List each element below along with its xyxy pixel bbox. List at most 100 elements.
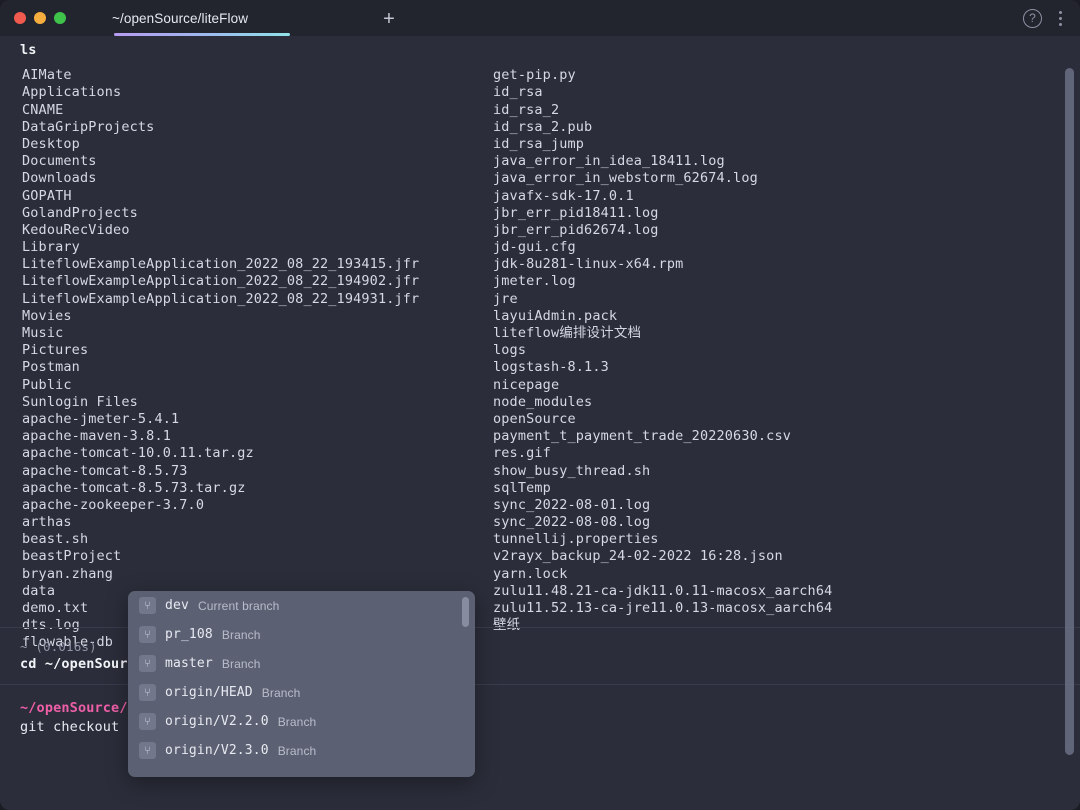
kebab-dot [1059, 11, 1062, 14]
help-icon[interactable]: ? [1023, 9, 1042, 28]
ls-entry: LiteflowExampleApplication_2022_08_22_19… [22, 273, 419, 290]
ls-entry: yarn.lock [493, 566, 832, 583]
ls-entry: nicepage [493, 377, 832, 394]
branch-list-item[interactable]: ⑂pr_108Branch [128, 620, 475, 649]
git-branch-icon: ⑂ [139, 742, 156, 759]
branch-name: origin/HEAD [165, 685, 253, 700]
branch-list-item[interactable]: ⑂ origin/V2.3.0 Branch [128, 736, 475, 765]
ls-entry: Sunlogin Files [22, 394, 419, 411]
ls-entry: apache-tomcat-8.5.73.tar.gz [22, 480, 419, 497]
ls-entry: openSource [493, 411, 832, 428]
ls-entry: jbr_err_pid62674.log [493, 222, 832, 239]
branch-name: master [165, 656, 213, 671]
git-branch-icon: ⑂ [139, 597, 156, 614]
ls-entry: jmeter.log [493, 273, 832, 290]
ls-entry: Music [22, 325, 419, 342]
ls-entry: jd-gui.cfg [493, 239, 832, 256]
popup-scrollbar[interactable] [462, 597, 469, 627]
branch-autocomplete-popup[interactable]: ⑂devCurrent branch⑂pr_108Branch⑂masterBr… [128, 591, 475, 777]
ls-entry: sqlTemp [493, 480, 832, 497]
ls-entry: CNAME [22, 102, 419, 119]
terminal-window: ~/openSource/liteFlow + ? ls AIMateAppli… [0, 0, 1080, 810]
ls-entry: beast.sh [22, 531, 419, 548]
ls-entry: apache-tomcat-10.0.11.tar.gz [22, 445, 419, 462]
kebab-dot [1059, 23, 1062, 26]
ls-entry: id_rsa_2 [493, 102, 832, 119]
tab-label: ~/openSource/liteFlow [112, 11, 248, 26]
ls-entry: javafx-sdk-17.0.1 [493, 188, 832, 205]
titlebar-actions: ? [1023, 0, 1068, 36]
branch-kind: Branch [262, 686, 301, 700]
ls-entry: jre [493, 291, 832, 308]
typed-command: git checkout [20, 718, 128, 737]
git-branch-icon: ⑂ [139, 684, 156, 701]
ls-entry: zulu11.48.21-ca-jdk11.0.11-macosx_aarch6… [493, 583, 832, 600]
git-branch-icon: ⑂ [139, 626, 156, 643]
branch-kind: Branch [222, 628, 261, 642]
branch-kind: Branch [278, 744, 317, 758]
ls-entry: jbr_err_pid18411.log [493, 205, 832, 222]
ls-entry: java_error_in_webstorm_62674.log [493, 170, 832, 187]
ls-entry: node_modules [493, 394, 832, 411]
ls-entry: arthas [22, 514, 419, 531]
ls-entry: bryan.zhang [22, 566, 419, 583]
ls-entry: AIMate [22, 67, 419, 84]
terminal-scrollbar[interactable] [1065, 68, 1074, 755]
ls-entry: logstash-8.1.3 [493, 359, 832, 376]
branch-name: origin/V2.2.0 [165, 714, 269, 729]
ls-column-right: get-pip.pyid_rsaid_rsa_2id_rsa_2.pubid_r… [493, 67, 832, 634]
new-tab-button[interactable]: + [378, 8, 400, 30]
ls-entry: id_rsa_2.pub [493, 119, 832, 136]
ls-entry: Pictures [22, 342, 419, 359]
traffic-light-buttons [0, 12, 66, 24]
branch-list: ⑂devCurrent branch⑂pr_108Branch⑂masterBr… [128, 591, 475, 765]
ls-entry: apache-jmeter-5.4.1 [22, 411, 419, 428]
ls-entry: LiteflowExampleApplication_2022_08_22_19… [22, 256, 419, 273]
ls-entry: Applications [22, 84, 419, 101]
branch-name: origin/V2.3.0 [165, 743, 269, 758]
ls-entry: Desktop [22, 136, 419, 153]
ls-entry: res.gif [493, 445, 832, 462]
ls-entry: v2rayx_backup_24-02-2022 16:28.json [493, 548, 832, 565]
branch-list-item[interactable]: ⑂devCurrent branch [128, 591, 475, 620]
ls-entry: sync_2022-08-01.log [493, 497, 832, 514]
ls-entry: zulu11.52.13-ca-jre11.0.13-macosx_aarch6… [493, 600, 832, 617]
branch-kind: Branch [222, 657, 261, 671]
branch-list-item[interactable]: ⑂masterBranch [128, 649, 475, 678]
tab-bar: ~/openSource/liteFlow + [78, 0, 282, 36]
git-branch-icon: ⑂ [139, 713, 156, 730]
close-window-button[interactable] [14, 12, 26, 24]
ls-entry: apache-maven-3.8.1 [22, 428, 419, 445]
ls-entry: logs [493, 342, 832, 359]
ls-entry: KedouRecVideo [22, 222, 419, 239]
ls-entry: id_rsa_jump [493, 136, 832, 153]
tab-liteflow[interactable]: ~/openSource/liteFlow [78, 0, 282, 36]
ls-entry: show_busy_thread.sh [493, 463, 832, 480]
ls-entry: sync_2022-08-08.log [493, 514, 832, 531]
kebab-dot [1059, 17, 1062, 20]
ls-entry: apache-tomcat-8.5.73 [22, 463, 419, 480]
ls-entry: apache-zookeeper-3.7.0 [22, 497, 419, 514]
ls-entry: Postman [22, 359, 419, 376]
ls-entry: GolandProjects [22, 205, 419, 222]
ls-output: AIMateApplicationsCNAMEDataGripProjectsD… [0, 59, 1080, 627]
ls-entry: beastProject [22, 548, 419, 565]
ls-entry: layuiAdmin.pack [493, 308, 832, 325]
command-block-ls: ls AIMateApplicationsCNAMEDataGripProjec… [0, 36, 1080, 627]
title-bar: ~/openSource/liteFlow + ? [0, 0, 1080, 37]
ls-entry: GOPATH [22, 188, 419, 205]
ls-entry: Library [22, 239, 419, 256]
ls-entry: tunnellij.properties [493, 531, 832, 548]
terminal-content[interactable]: ls AIMateApplicationsCNAMEDataGripProjec… [0, 36, 1080, 810]
ls-entry: LiteflowExampleApplication_2022_08_22_19… [22, 291, 419, 308]
branch-list-item[interactable]: ⑂ origin/V2.2.0 Branch [128, 707, 475, 736]
branch-kind: Branch [278, 715, 317, 729]
minimize-window-button[interactable] [34, 12, 46, 24]
more-options-icon[interactable] [1052, 9, 1068, 28]
ls-entry: liteflow编排设计文档 [493, 325, 832, 342]
ls-entry: payment_t_payment_trade_20220630.csv [493, 428, 832, 445]
branch-list-item[interactable]: ⑂ origin/HEAD Branch [128, 678, 475, 707]
ls-entry: Public [22, 377, 419, 394]
maximize-window-button[interactable] [54, 12, 66, 24]
ls-entry: jdk-8u281-linux-x64.rpm [493, 256, 832, 273]
